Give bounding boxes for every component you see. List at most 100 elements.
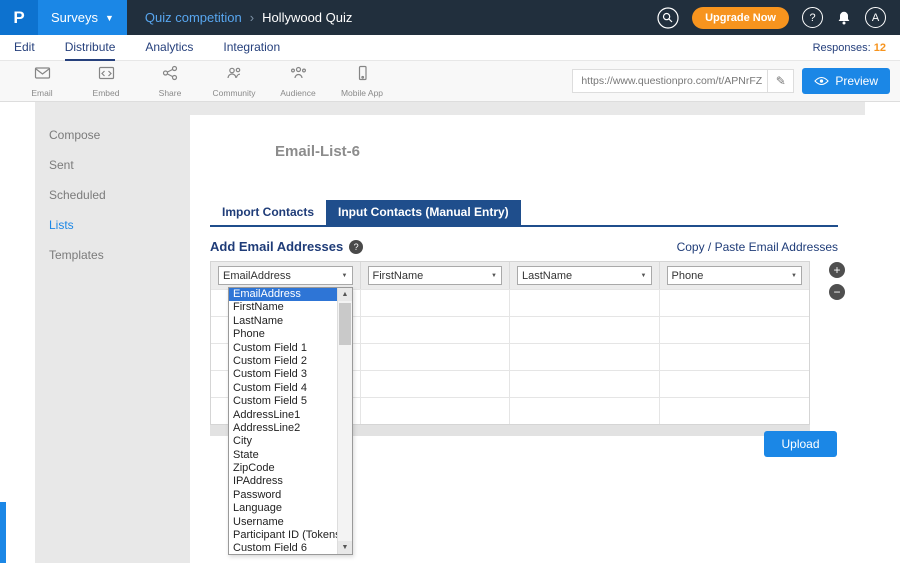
table-cell[interactable] [510,317,660,343]
community-icon [226,65,243,86]
chevron-down-icon: ▼ [491,273,497,279]
preview-button[interactable]: Preview [802,68,890,94]
survey-url-box: https://www.questionpro.com/t/APNrFZ ✎ [572,69,794,93]
column-select-firstname[interactable]: FirstName▼ [368,266,503,285]
table-cell[interactable] [361,317,511,343]
dropdown-option[interactable]: Custom Field 2 [229,355,338,368]
sidebar-item-lists[interactable]: Lists [35,210,190,240]
app-window: P Surveys ▼ Quiz competition › Hollywood… [0,0,900,563]
dropdown-option[interactable]: Custom Field 6 [229,542,338,555]
eye-icon [814,76,829,86]
table-cell[interactable] [660,317,810,343]
column-select-email[interactable]: EmailAddress▼ [218,266,353,285]
responses-value: 12 [874,42,886,54]
column-select-phone[interactable]: Phone▼ [667,266,803,285]
dropdown-option[interactable]: Username [229,516,338,529]
scrollbar-thumb[interactable] [339,303,351,345]
tool-label: Audience [280,88,315,98]
table-cell[interactable] [660,398,810,424]
dropdown-option[interactable]: IPAddress [229,475,338,488]
sidebar-item-scheduled[interactable]: Scheduled [35,180,190,210]
dropdown-option[interactable]: LastName [229,315,338,328]
dropdown-option[interactable]: FirstName [229,301,338,314]
table-cell[interactable] [361,398,511,424]
dropdown-option[interactable]: Language [229,502,338,515]
table-cell[interactable] [660,290,810,316]
table-cell[interactable] [510,290,660,316]
table-cell[interactable] [510,344,660,370]
dropdown-option[interactable]: Password [229,489,338,502]
row-controls: + − [829,262,845,300]
topbar-actions: Upgrade Now ? A [657,7,900,29]
dropdown-option[interactable]: City [229,435,338,448]
select-value: Phone [672,270,704,282]
header-cell: FirstName▼ [361,262,511,289]
tab-input-contacts-manual[interactable]: Input Contacts (Manual Entry) [326,200,521,225]
edit-url-button[interactable]: ✎ [768,69,794,93]
table-cell[interactable] [510,398,660,424]
top-bar: P Surveys ▼ Quiz competition › Hollywood… [0,0,900,35]
column-select-lastname[interactable]: LastName▼ [517,266,652,285]
dropdown-option[interactable]: EmailAddress [229,288,338,301]
tool-label: Share [159,88,182,98]
sidebar-item-sent[interactable]: Sent [35,150,190,180]
table-cell[interactable] [660,344,810,370]
survey-url-input[interactable]: https://www.questionpro.com/t/APNrFZ [572,69,768,93]
dropdown-option[interactable]: AddressLine2 [229,422,338,435]
feedback-side-tab[interactable] [0,502,6,563]
sidebar-item-templates[interactable]: Templates [35,240,190,270]
breadcrumb-current: Hollywood Quiz [262,10,352,25]
upload-button[interactable]: Upload [764,431,837,457]
tool-email[interactable]: Email [10,65,74,98]
table-cell[interactable] [660,371,810,397]
tool-mobile-app[interactable]: Mobile App [330,65,394,98]
add-row-button[interactable]: + [829,262,845,278]
section-header: Add Email Addresses ? Copy / Paste Email… [210,239,838,254]
chevron-down-icon: ▼ [342,273,348,279]
dropdown-option[interactable]: Custom Field 4 [229,382,338,395]
scroll-down-icon[interactable]: ▼ [338,541,352,554]
help-icon[interactable]: ? [349,240,363,254]
tool-audience[interactable]: Audience [266,65,330,98]
dropdown-option[interactable]: State [229,449,338,462]
breadcrumb-parent[interactable]: Quiz competition [145,10,242,25]
dropdown-option[interactable]: AddressLine1 [229,409,338,422]
tool-label: Mobile App [341,88,383,98]
tab-integration[interactable]: Integration [223,35,280,61]
tab-distribute[interactable]: Distribute [65,35,116,61]
dropdown-option[interactable]: ZipCode [229,462,338,475]
tool-label: Community [213,88,256,98]
sidebar-item-compose[interactable]: Compose [35,120,190,150]
product-switcher[interactable]: Surveys ▼ [38,0,127,35]
table-cell[interactable] [361,371,511,397]
email-icon [34,65,51,86]
dropdown-option[interactable]: Phone [229,328,338,341]
dropdown-option[interactable]: Custom Field 1 [229,342,338,355]
tool-share[interactable]: Share [138,65,202,98]
column-dropdown-open: EmailAddress FirstName LastName Phone Cu… [228,287,353,555]
table-cell[interactable] [510,371,660,397]
tool-embed[interactable]: Embed [74,65,138,98]
dropdown-option[interactable]: Participant ID (Tokens) [229,529,338,542]
table-cell[interactable] [361,344,511,370]
dropdown-option[interactable]: Custom Field 3 [229,368,338,381]
copy-paste-link[interactable]: Copy / Paste Email Addresses [677,240,838,254]
tab-edit[interactable]: Edit [14,35,35,61]
bell-icon[interactable] [836,10,852,26]
dropdown-option[interactable]: Custom Field 5 [229,395,338,408]
avatar[interactable]: A [865,7,886,28]
dropdown-scrollbar[interactable]: ▲ ▼ [337,288,352,554]
tool-community[interactable]: Community [202,65,266,98]
table-cell[interactable] [361,290,511,316]
chevron-down-icon: ▼ [105,13,114,23]
contacts-tabs: Import Contacts Input Contacts (Manual E… [210,200,521,225]
tab-import-contacts[interactable]: Import Contacts [210,200,326,225]
help-button[interactable]: ? [802,7,823,28]
scroll-up-icon[interactable]: ▲ [338,288,352,301]
logo-letter: P [13,8,24,28]
remove-row-button[interactable]: − [829,284,845,300]
tab-analytics[interactable]: Analytics [145,35,193,61]
questionpro-logo[interactable]: P [0,0,38,35]
upgrade-now-button[interactable]: Upgrade Now [692,7,789,29]
search-icon[interactable] [657,7,679,29]
